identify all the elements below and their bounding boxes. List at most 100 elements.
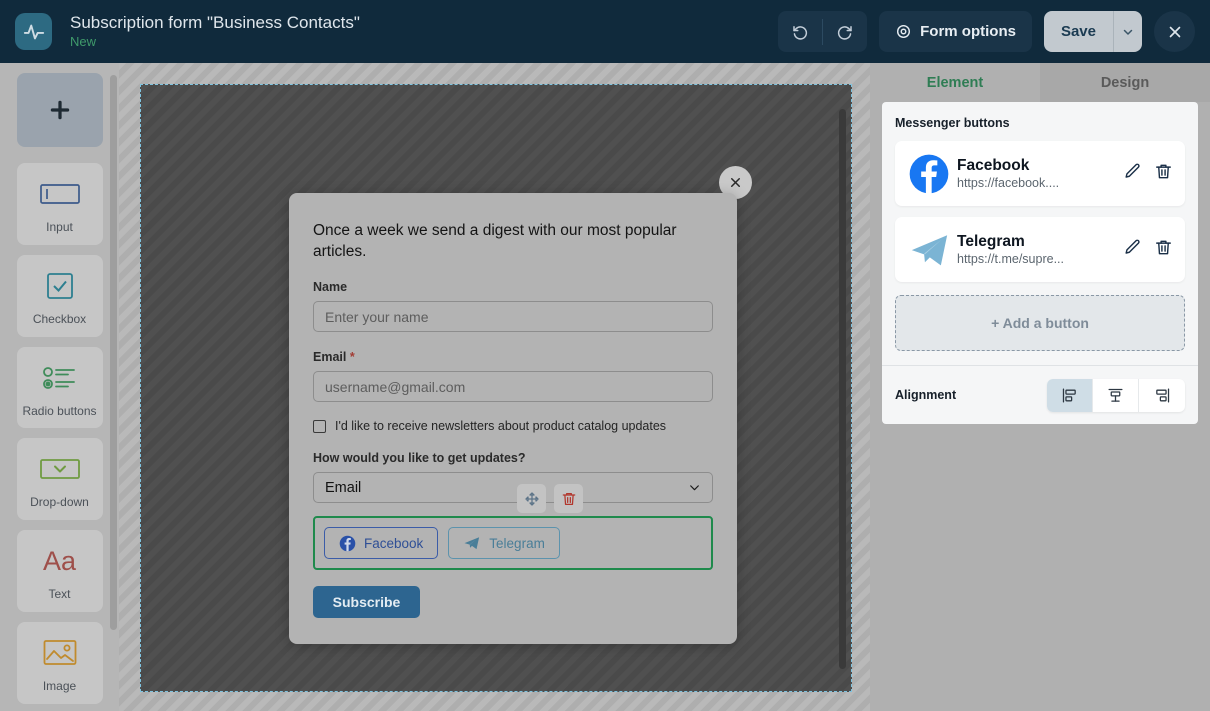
alignment-button-group [1047, 379, 1185, 412]
align-center-icon [1107, 387, 1124, 404]
form-canvas[interactable]: Once a week we send a digest with our mo… [119, 63, 870, 711]
messenger-button-row-telegram[interactable]: Telegram https://t.me/supre... [895, 217, 1185, 282]
required-asterisk: * [350, 350, 355, 364]
trash-icon [561, 491, 577, 507]
field-updates-select: How would you like to get updates? Email [313, 451, 713, 503]
canvas-scrollbar[interactable] [839, 109, 846, 669]
messenger-button-url: https://facebook.... [957, 176, 1123, 190]
image-icon [43, 634, 77, 672]
chevron-down-icon [1122, 26, 1134, 38]
newsletter-checkbox-label: I'd like to receive newsletters about pr… [335, 419, 666, 433]
sidebar-item-label: Drop-down [30, 496, 89, 510]
form-title-block: Subscription form "Business Contacts" Ne… [70, 13, 360, 49]
form-facebook-label: Facebook [364, 536, 423, 551]
checkbox-icon [46, 267, 74, 305]
align-left-button[interactable] [1047, 379, 1093, 412]
close-x-icon [728, 175, 743, 190]
messenger-button-name: Telegram [957, 233, 1123, 251]
facebook-icon [909, 154, 957, 194]
telegram-icon [463, 534, 481, 552]
messenger-button-row-facebook[interactable]: Facebook https://facebook.... [895, 141, 1185, 206]
pencil-icon [1123, 162, 1142, 181]
messenger-button-info: Telegram https://t.me/supre... [957, 233, 1123, 266]
form-options-button[interactable]: Form options [879, 11, 1032, 52]
tab-element[interactable]: Element [870, 63, 1040, 102]
popup-intro-text: Once a week we send a digest with our mo… [313, 221, 713, 262]
top-header: Subscription form "Business Contacts" Ne… [0, 0, 1210, 63]
sidebar-item-drop-down[interactable]: Drop-down [17, 438, 103, 520]
align-right-icon [1154, 387, 1171, 404]
pencil-icon [1123, 238, 1142, 257]
add-a-button[interactable]: + Add a button [895, 295, 1185, 351]
move-element-button[interactable] [517, 484, 546, 513]
properties-panel: Element Design Messenger buttons Faceboo… [870, 63, 1210, 711]
delete-facebook-button[interactable] [1154, 162, 1173, 186]
redo-arrow-icon [836, 23, 854, 41]
header-actions: Form options Save [778, 11, 1195, 52]
select-label: How would you like to get updates? [313, 451, 713, 465]
text-input-icon [40, 175, 80, 213]
telegram-icon [909, 229, 957, 271]
redo-button[interactable] [823, 11, 867, 52]
form-telegram-button[interactable]: Telegram [448, 527, 560, 559]
sidebar-item-input[interactable]: Input [17, 163, 103, 245]
alignment-label: Alignment [895, 388, 956, 402]
align-right-button[interactable] [1139, 379, 1185, 412]
align-center-button[interactable] [1093, 379, 1139, 412]
sidebar-item-text[interactable]: Aa Text [17, 530, 103, 612]
field-label: Email * [313, 350, 713, 364]
panel-section-title: Messenger buttons [895, 116, 1185, 130]
sidebar-scrollbar[interactable] [110, 75, 117, 630]
close-editor-button[interactable] [1154, 11, 1195, 52]
undo-button[interactable] [778, 11, 822, 52]
newsletter-checkbox[interactable] [313, 420, 326, 433]
name-input[interactable]: Enter your name [313, 301, 713, 332]
trash-icon [1154, 162, 1173, 181]
delete-element-button[interactable] [554, 484, 583, 513]
email-input[interactable]: username@gmail.com [313, 371, 713, 402]
edit-facebook-button[interactable] [1123, 162, 1142, 186]
save-group: Save [1044, 11, 1142, 52]
elements-sidebar[interactable]: Input Checkbox Radio buttons [0, 63, 119, 711]
sidebar-item-label: Image [43, 680, 76, 694]
delete-telegram-button[interactable] [1154, 238, 1173, 262]
element-floating-toolbar [517, 484, 583, 513]
sidebar-item-radio-buttons[interactable]: Radio buttons [17, 347, 103, 429]
messenger-buttons-element-selected[interactable]: Facebook Telegram [313, 516, 713, 570]
sidebar-item-image[interactable]: Image [17, 622, 103, 704]
chevron-down-icon [688, 481, 701, 494]
undo-redo-group [778, 11, 867, 52]
gear-icon [895, 23, 912, 40]
facebook-icon [339, 535, 356, 552]
updates-select[interactable]: Email [313, 472, 713, 503]
subscribe-button[interactable]: Subscribe [313, 586, 420, 618]
pulse-activity-icon [23, 21, 45, 43]
status-badge: New [70, 35, 360, 50]
messenger-buttons-panel: Messenger buttons Facebook https://faceb… [882, 102, 1198, 424]
messenger-button-url: https://t.me/supre... [957, 252, 1123, 266]
page-title: Subscription form "Business Contacts" [70, 13, 360, 33]
close-x-icon [1166, 23, 1184, 41]
save-dropdown-button[interactable] [1114, 11, 1142, 52]
form-facebook-button[interactable]: Facebook [324, 527, 438, 559]
field-label-text: Email [313, 350, 346, 364]
undo-arrow-icon [791, 23, 809, 41]
form-options-label: Form options [920, 23, 1016, 40]
messenger-button-name: Facebook [957, 157, 1123, 175]
newsletter-checkbox-row[interactable]: I'd like to receive newsletters about pr… [313, 419, 713, 433]
messenger-button-actions [1123, 238, 1173, 262]
messenger-button-actions [1123, 162, 1173, 186]
radio-list-icon [42, 359, 78, 397]
add-element-button[interactable] [17, 73, 103, 147]
save-button[interactable]: Save [1044, 11, 1113, 52]
tab-design[interactable]: Design [1040, 63, 1210, 102]
align-left-icon [1061, 387, 1078, 404]
move-arrows-icon [524, 491, 540, 507]
edit-telegram-button[interactable] [1123, 238, 1142, 262]
email-input-placeholder: username@gmail.com [325, 379, 465, 395]
name-input-placeholder: Enter your name [325, 309, 429, 325]
app-logo [15, 13, 52, 50]
sidebar-item-checkbox[interactable]: Checkbox [17, 255, 103, 337]
messenger-button-info: Facebook https://facebook.... [957, 157, 1123, 190]
dropdown-icon [40, 450, 80, 488]
